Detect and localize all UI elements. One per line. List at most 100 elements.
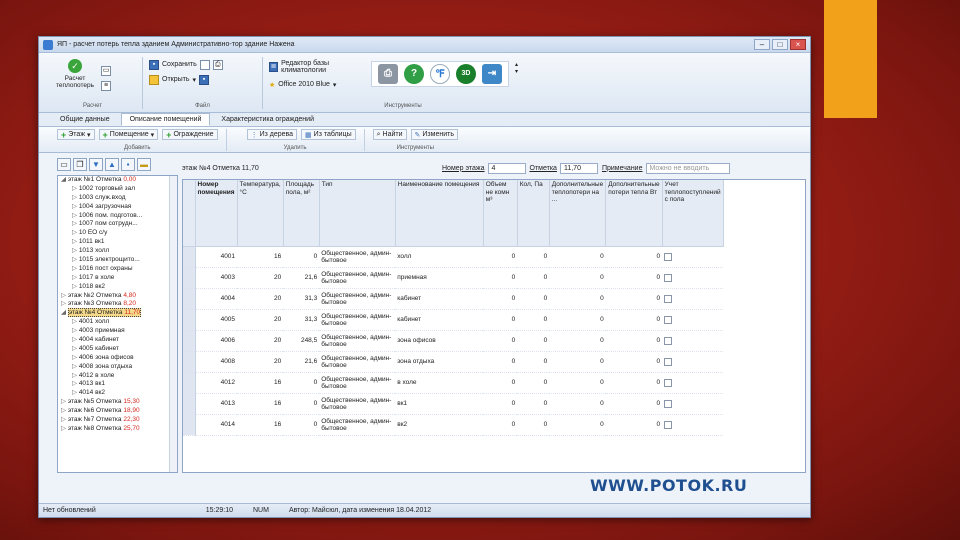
cell-name[interactable]: кабинет xyxy=(395,309,484,331)
cell-pressure[interactable]: 0 xyxy=(517,393,550,415)
cell-add-loss[interactable]: 0 xyxy=(549,330,606,352)
cell-number[interactable]: 4013 xyxy=(195,393,238,415)
cell-area[interactable]: 31,3 xyxy=(283,309,320,331)
expand-icon[interactable]: ▷ xyxy=(61,292,68,299)
printer-icon[interactable]: ⎙ xyxy=(378,64,398,84)
cell-temp[interactable]: 16 xyxy=(237,414,284,436)
table-row[interactable]: 4003 20 21,6 Общественное, админ-бытовое при… xyxy=(183,267,724,289)
cell-name[interactable]: зона офисов xyxy=(395,330,484,352)
floor-tree[interactable]: ◢ этаж №1 Отметка 0,00 ▷ 1002 торговый за… xyxy=(57,175,178,473)
table-row[interactable]: 4013 16 0 Общественное, админ-бытовое вк1 0 0 0… xyxy=(183,393,724,415)
cell-type[interactable]: Общественное, админ-бытовое xyxy=(319,393,396,415)
cell-name[interactable]: холл xyxy=(395,246,484,268)
col-header-pressure[interactable]: Кол, Па xyxy=(517,180,550,247)
expand-icon[interactable]: ◢ xyxy=(61,176,68,183)
checkbox[interactable] xyxy=(664,252,673,261)
floor-num-field[interactable]: 4 xyxy=(487,162,526,174)
cell-volume[interactable]: 0 xyxy=(483,372,518,394)
cell-area[interactable]: 21,6 xyxy=(283,351,320,373)
checkbox[interactable] xyxy=(664,399,673,408)
tree-scrollbar[interactable] xyxy=(169,176,177,472)
tree-room-node[interactable]: ▷ 4012 в холе xyxy=(58,372,177,381)
cell-number[interactable]: 4004 xyxy=(195,288,238,310)
cell-number[interactable]: 4005 xyxy=(195,309,238,331)
tree-room-node[interactable]: ▷ 1006 пом. подготов... xyxy=(58,212,177,221)
expand-icon[interactable]: ▷ xyxy=(61,416,68,423)
table-row[interactable]: 4012 16 0 Общественное, админ-бытовое в холе… xyxy=(183,372,724,394)
row-selector[interactable] xyxy=(183,372,196,394)
row-selector[interactable] xyxy=(183,309,196,331)
minimize-button[interactable]: – xyxy=(754,39,770,50)
cell-pressure[interactable]: 0 xyxy=(517,351,550,373)
cell-area[interactable]: 21,6 xyxy=(283,267,320,289)
cell-temp[interactable]: 20 xyxy=(237,288,284,310)
save-icon[interactable]: ▪ xyxy=(121,158,135,171)
tree-room-node[interactable]: ▷ 4005 кабинет xyxy=(58,345,177,354)
table-row[interactable]: 4006 20 248,5 Общественное, админ-бытовое зо… xyxy=(183,330,724,352)
expand-icon[interactable]: ▷ xyxy=(61,425,68,432)
theme-select[interactable]: ★ Office 2010 Blue ▾ xyxy=(269,77,365,92)
row-selector[interactable] xyxy=(183,393,196,415)
maximize-button[interactable]: □ xyxy=(772,39,788,50)
tree-floor-node[interactable]: ▷ этаж №7 Отметка 22,30 xyxy=(58,416,177,425)
cell-volume[interactable]: 0 xyxy=(483,288,518,310)
table-row[interactable]: 4005 20 31,3 Общественное, админ-бытовое каб… xyxy=(183,309,724,331)
cell-temp[interactable]: 20 xyxy=(237,330,284,352)
checkbox[interactable] xyxy=(664,336,673,345)
cell-temp[interactable]: 20 xyxy=(237,309,284,331)
cell-pressure[interactable]: 0 xyxy=(517,414,550,436)
col-header-add-heat[interactable]: Дополнительные потери тепла Вт xyxy=(605,180,663,247)
cell-number[interactable]: 4001 xyxy=(195,246,238,268)
delete-from-table-button[interactable]: ▦ Из таблицы xyxy=(301,129,356,140)
cell-area[interactable]: 0 xyxy=(283,414,320,436)
dropdown-arrow-icon[interactable]: ▾ xyxy=(193,76,197,84)
tab-rooms[interactable]: Описание помещений xyxy=(120,113,211,126)
checkbox[interactable] xyxy=(664,357,673,366)
tab-general[interactable]: Общие данные xyxy=(51,113,119,126)
cell-number[interactable]: 4003 xyxy=(195,267,238,289)
col-header-area[interactable]: Площадь пола, м² xyxy=(283,180,320,247)
cell-name[interactable]: зона отдыха xyxy=(395,351,484,373)
cell-volume[interactable]: 0 xyxy=(483,393,518,415)
cell-type[interactable]: Общественное, админ-бытовое xyxy=(319,414,396,436)
save-button[interactable]: ▪ Сохранить ⎙ xyxy=(149,57,256,72)
cell-add-heat[interactable]: 0 xyxy=(605,246,663,268)
cell-pressure[interactable]: 0 xyxy=(517,330,550,352)
cell-temp[interactable]: 16 xyxy=(237,372,284,394)
change-button[interactable]: ✎ Изменить xyxy=(410,129,458,140)
tree-floor-node[interactable]: ▷ этаж №8 Отметка 25,70 xyxy=(58,425,177,434)
cell-type[interactable]: Общественное, админ-бытовое xyxy=(319,372,396,394)
delete-from-tree-button[interactable]: ⋮ Из дерева xyxy=(246,129,298,140)
cell-add-heat[interactable]: 0 xyxy=(605,351,663,373)
checkbox[interactable] xyxy=(664,378,673,387)
cell-area[interactable]: 248,5 xyxy=(283,330,320,352)
row-selector[interactable] xyxy=(183,330,196,352)
expand-icon[interactable]: ▷ xyxy=(61,407,68,414)
cell-area[interactable]: 31,3 xyxy=(283,288,320,310)
cell-add-heat[interactable]: 0 xyxy=(605,309,663,331)
tree-room-node[interactable]: ▷ 10 ЕО с/у xyxy=(58,229,177,238)
tree-room-node[interactable]: ▷ 1002 торговый зал xyxy=(58,185,177,194)
new-icon[interactable]: ▭ xyxy=(57,158,71,171)
scroll-up-icon[interactable]: ▴ xyxy=(515,61,518,68)
cell-pressure[interactable]: 0 xyxy=(517,267,550,289)
cell-temp[interactable]: 20 xyxy=(237,267,284,289)
cell-add-loss[interactable]: 0 xyxy=(549,309,606,331)
expand-icon[interactable]: ◢ xyxy=(61,309,68,316)
checkbox[interactable] xyxy=(664,273,673,282)
col-header-floor-gain[interactable]: Учет теплопоступлений с пола xyxy=(662,180,724,247)
cell-number[interactable]: 4014 xyxy=(195,414,238,436)
cell-name[interactable]: приемная xyxy=(395,267,484,289)
expand-icon[interactable]: ▷ xyxy=(61,300,68,307)
cell-pressure[interactable]: 0 xyxy=(517,372,550,394)
cell-name[interactable]: кабинет xyxy=(395,288,484,310)
row-selector[interactable] xyxy=(183,288,196,310)
cell-add-heat[interactable]: 0 xyxy=(605,414,663,436)
cell-add-loss[interactable]: 0 xyxy=(549,393,606,415)
help-icon[interactable]: ? xyxy=(404,64,424,84)
cell-temp[interactable]: 16 xyxy=(237,246,284,268)
tree-room-node[interactable]: ▷ 4006 зона офисов xyxy=(58,354,177,363)
tree-room-node[interactable]: ▷ 1013 холл xyxy=(58,247,177,256)
cell-type[interactable]: Общественное, админ-бытовое xyxy=(319,267,396,289)
tree-room-node[interactable]: ▷ 4004 кабинет xyxy=(58,336,177,345)
